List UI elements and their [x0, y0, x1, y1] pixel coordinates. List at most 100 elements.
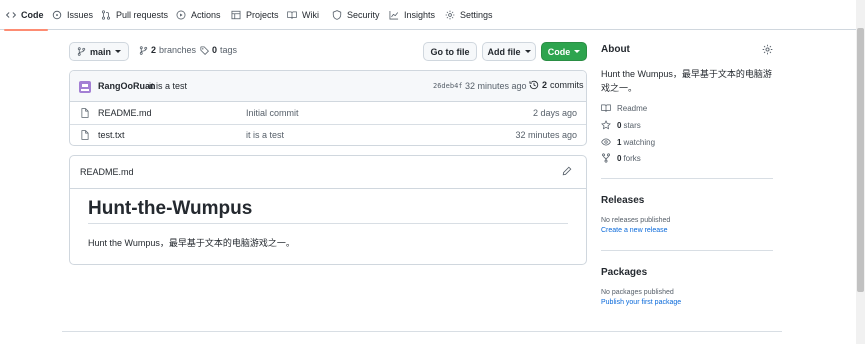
tags-link[interactable]: 0 tags: [200, 45, 237, 55]
scrollbar[interactable]: [856, 0, 865, 344]
releases-heading[interactable]: Releases: [601, 195, 644, 206]
commits-count: 2: [542, 80, 548, 90]
add-file-label: Add file: [487, 46, 521, 57]
branches-label: branches: [159, 45, 197, 55]
repo-nav: Code Issues Pull requests Actions Projec…: [0, 0, 865, 31]
tab-label: Actions: [191, 10, 221, 20]
watching-label: watching: [623, 137, 656, 147]
tab-label: Pull requests: [116, 10, 169, 20]
divider: [88, 223, 568, 224]
tab-label: Projects: [246, 10, 279, 20]
file-icon: [81, 108, 89, 118]
chevron-down-icon: [115, 50, 121, 53]
divider: [601, 250, 773, 251]
tab-actions[interactable]: Actions: [176, 0, 221, 30]
pencil-icon[interactable]: [562, 166, 572, 176]
chevron-down-icon: [524, 50, 531, 53]
tab-settings[interactable]: Settings: [445, 0, 493, 30]
repo-description: Hunt the Wumpus，最早基于文本的电脑游戏之一。: [601, 69, 772, 93]
commits-link[interactable]: 2 commits: [529, 80, 584, 90]
releases-empty-text: No releases published: [601, 217, 671, 224]
book-icon: [287, 10, 297, 20]
tab-wiki[interactable]: Wiki: [287, 0, 319, 30]
pull-request-icon: [101, 10, 111, 20]
watching-count: 1: [617, 137, 622, 147]
scrollbar-thumb[interactable]: [857, 28, 864, 292]
branch-icon: [77, 47, 86, 56]
gear-icon[interactable]: [762, 44, 773, 55]
readme-panel: README.md Hunt-the-Wumpus Hunt the Wumpu…: [69, 155, 587, 265]
file-age: 32 minutes ago: [515, 130, 577, 140]
tab-label: Security: [347, 10, 380, 20]
shield-icon: [332, 10, 342, 20]
tab-label: Wiki: [302, 10, 319, 20]
tab-label: Issues: [67, 10, 94, 20]
divider: [601, 178, 773, 179]
readme-filename[interactable]: README.md: [80, 167, 134, 177]
readme-link[interactable]: Readme: [601, 103, 647, 113]
add-file-button[interactable]: Add file: [482, 42, 536, 61]
commits-label: commits: [550, 80, 584, 90]
commit-author[interactable]: RangOoRuan: [98, 81, 156, 91]
table-icon: [231, 10, 241, 20]
tab-security[interactable]: Security: [332, 0, 380, 30]
code-icon: [6, 10, 16, 20]
publish-package-link[interactable]: Publish your first package: [601, 299, 681, 306]
avatar[interactable]: [79, 81, 91, 93]
packages-empty-text: No packages published: [601, 289, 674, 296]
tab-issues[interactable]: Issues: [52, 0, 93, 30]
issue-icon: [52, 10, 62, 20]
about-heading: About: [601, 44, 630, 55]
history-icon: [529, 80, 539, 90]
chevron-down-icon: [574, 50, 581, 53]
tab-code[interactable]: Code: [4, 0, 47, 31]
forks-count: 0: [617, 153, 622, 163]
table-row[interactable]: test.txt it is a test 32 minutes ago: [70, 124, 586, 145]
stars-link[interactable]: 0 stars: [601, 120, 641, 130]
footer-divider: [62, 331, 782, 332]
tab-insights[interactable]: Insights: [389, 0, 435, 30]
forks-label: forks: [623, 153, 641, 163]
tags-label: tags: [220, 45, 238, 55]
file-list: RangOoRuan it is a test 26deb4f 32 minut…: [69, 70, 587, 146]
go-to-file-button[interactable]: Go to file: [423, 42, 477, 61]
tab-projects[interactable]: Projects: [231, 0, 279, 30]
code-button-label: Code: [547, 46, 571, 57]
divider: [70, 188, 586, 189]
book-icon: [601, 103, 611, 113]
file-commit-message[interactable]: Initial commit: [246, 108, 299, 118]
tab-pull-requests[interactable]: Pull requests: [101, 0, 168, 30]
file-name[interactable]: README.md: [98, 108, 152, 118]
fork-icon: [601, 153, 611, 163]
file-name[interactable]: test.txt: [98, 130, 125, 140]
branch-select-button[interactable]: main: [69, 42, 129, 61]
table-row[interactable]: README.md Initial commit 2 days ago: [70, 103, 586, 124]
stars-count: 0: [617, 120, 622, 130]
code-button[interactable]: Code: [541, 42, 587, 61]
readme-heading: Hunt-the-Wumpus: [88, 198, 253, 219]
packages-heading[interactable]: Packages: [601, 267, 647, 278]
readme-paragraph: Hunt the Wumpus，最早基于文本的电脑游戏之一。: [88, 238, 295, 248]
eye-icon: [601, 137, 611, 147]
branch-name: main: [89, 46, 111, 57]
commit-message[interactable]: it is a test: [149, 81, 187, 91]
file-age: 2 days ago: [532, 108, 577, 118]
commit-sha[interactable]: 26deb4f: [433, 82, 463, 90]
tab-label: Insights: [404, 10, 436, 20]
commit-time: 32 minutes ago: [465, 81, 527, 91]
branch-icon: [139, 45, 148, 55]
watching-link[interactable]: 1 watching: [601, 137, 655, 147]
branches-link[interactable]: 2 branches: [139, 45, 196, 55]
create-release-link[interactable]: Create a new release: [601, 227, 668, 234]
file-commit-message[interactable]: it is a test: [246, 130, 284, 140]
tab-label: Code: [21, 10, 44, 20]
tab-label: Settings: [460, 10, 493, 20]
tag-icon: [200, 45, 209, 55]
play-icon: [176, 10, 186, 20]
forks-link[interactable]: 0 forks: [601, 153, 641, 163]
go-to-file-label: Go to file: [430, 46, 470, 57]
stars-label: stars: [623, 120, 641, 130]
latest-commit-bar: RangOoRuan it is a test 26deb4f 32 minut…: [70, 71, 586, 102]
branches-count: 2: [151, 45, 157, 55]
file-icon: [81, 130, 89, 140]
